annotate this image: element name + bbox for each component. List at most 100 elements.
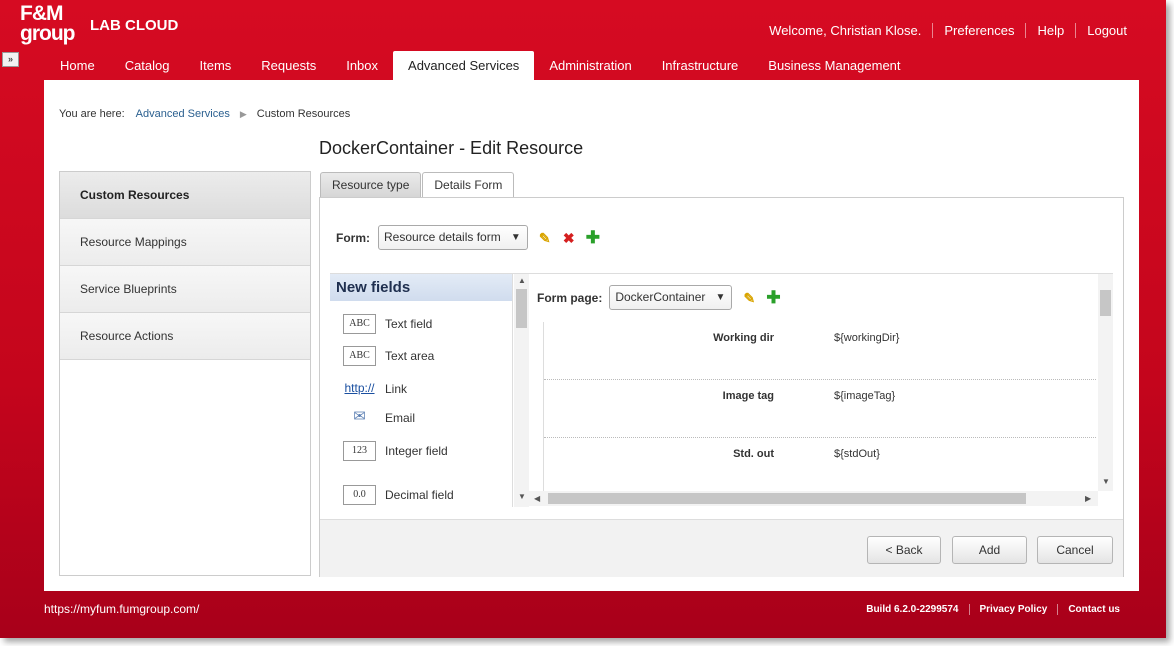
logo-line2: group	[20, 22, 75, 45]
form-field-row[interactable]: Working dir ${workingDir}	[544, 322, 1096, 380]
sidebar-item-custom-resources[interactable]: Custom Resources	[60, 172, 310, 219]
breadcrumb-current: Custom Resources	[256, 108, 351, 120]
scrollbar-thumb[interactable]	[516, 289, 527, 328]
palette-item-email[interactable]: ✉ Email	[343, 408, 415, 428]
form-page-hscrollbar[interactable]: ◀ ▶	[529, 491, 1098, 506]
link-icon: http://	[343, 379, 376, 399]
footer-url: https://myfum.fumgroup.com/	[44, 602, 200, 616]
app-frame: F&M group LAB CLOUD » Welcome, Christian…	[0, 0, 1166, 638]
details-form-panel: Form: Resource details form ▼ ✎ ✖ ✚ New …	[319, 197, 1124, 577]
add-plus-icon[interactable]: ✚	[586, 229, 600, 246]
nav-tab-items[interactable]: Items	[185, 51, 247, 80]
form-page-vscrollbar[interactable]: ▼	[1098, 274, 1113, 491]
palette-item-link[interactable]: http:// Link	[343, 379, 407, 399]
form-page-select-value: DockerContainer	[615, 290, 706, 304]
form-page-selector-row: Form page: DockerContainer ▼ ✎ ✚	[537, 285, 781, 310]
scroll-up-arrow-icon[interactable]: ▲	[518, 276, 526, 285]
form-field-row[interactable]: Image tag ${imageTag}	[544, 380, 1096, 438]
sidebar-item-resource-actions[interactable]: Resource Actions	[60, 313, 310, 360]
scroll-left-arrow-icon[interactable]: ◀	[534, 494, 540, 503]
form-label: Form:	[336, 230, 370, 245]
text-field-icon: ABC	[343, 314, 376, 334]
palette-scrollbar[interactable]: ▲ ▼	[514, 274, 529, 507]
palette-item-label: Text field	[385, 317, 433, 331]
page-title: DockerContainer - Edit Resource	[319, 138, 584, 158]
nav-tab-home[interactable]: Home	[45, 51, 110, 80]
palette-item-label: Link	[385, 382, 408, 396]
scrollbar-thumb[interactable]	[1100, 290, 1111, 316]
content-panel: You are here: Advanced Services ▶ Custom…	[44, 80, 1139, 591]
field-value: ${imageTag}	[834, 390, 896, 402]
nav-tab-catalog[interactable]: Catalog	[110, 51, 185, 80]
scroll-right-arrow-icon[interactable]: ▶	[1085, 494, 1091, 503]
form-fields-grid: Working dir ${workingDir} Image tag ${im…	[543, 322, 1096, 491]
form-page-select[interactable]: DockerContainer ▼	[609, 285, 733, 310]
build-info: Build 6.2.0-2299574	[866, 604, 959, 615]
palette-item-integer-field[interactable]: 123 Integer field	[343, 441, 448, 461]
expand-panel-icon[interactable]: »	[2, 52, 19, 67]
contact-us-link[interactable]: Contact us	[1057, 604, 1130, 615]
nav-tab-administration[interactable]: Administration	[534, 51, 646, 80]
sidebar-item-resource-mappings[interactable]: Resource Mappings	[60, 219, 310, 266]
form-page-label: Form page:	[537, 290, 603, 305]
form-field-row[interactable]: Std. out ${stdOut}	[544, 438, 1096, 491]
chevron-down-icon: ▼	[510, 232, 521, 243]
breadcrumb-arrow-icon: ▶	[239, 108, 247, 119]
edit-pencil-icon[interactable]: ✎	[538, 231, 552, 245]
scroll-down-arrow-icon[interactable]: ▼	[518, 492, 526, 501]
breadcrumb-prefix: You are here:	[59, 108, 125, 120]
palette-item-text-field[interactable]: ABC Text field	[343, 314, 432, 334]
welcome-text: Welcome, Christian Klose.	[769, 23, 922, 38]
integer-field-icon: 123	[343, 441, 376, 461]
edit-pencil-icon[interactable]: ✎	[742, 291, 756, 305]
form-select[interactable]: Resource details form ▼	[378, 225, 528, 250]
palette-item-label: Decimal field	[385, 488, 454, 502]
decimal-field-icon: 0.0	[343, 485, 376, 505]
breadcrumb: You are here: Advanced Services ▶ Custom…	[59, 108, 350, 120]
new-fields-title: New fields	[330, 274, 512, 301]
palette-item-text-area[interactable]: ABC Text area	[343, 346, 434, 366]
scrollbar-thumb[interactable]	[548, 493, 1026, 504]
nav-tab-business-management[interactable]: Business Management	[753, 51, 915, 80]
palette-item-label: Text area	[385, 349, 435, 363]
add-button[interactable]: Add	[952, 536, 1027, 564]
new-fields-palette: New fields ABC Text field ABC Text area …	[330, 274, 513, 507]
nav-tab-advanced-services[interactable]: Advanced Services	[393, 51, 535, 80]
privacy-policy-link[interactable]: Privacy Policy	[968, 604, 1058, 615]
help-link[interactable]: Help	[1025, 23, 1075, 38]
company-logo: F&M group	[20, 3, 75, 45]
sidebar: Custom Resources Resource Mappings Servi…	[59, 171, 311, 576]
back-button[interactable]: < Back	[867, 536, 941, 564]
nav-tab-inbox[interactable]: Inbox	[331, 51, 393, 80]
cancel-button[interactable]: Cancel	[1037, 536, 1113, 564]
nav-tab-infrastructure[interactable]: Infrastructure	[647, 51, 754, 80]
palette-item-label: Integer field	[385, 444, 448, 458]
preferences-link[interactable]: Preferences	[932, 23, 1025, 38]
field-label: Working dir	[713, 332, 774, 344]
form-select-value: Resource details form	[384, 230, 501, 244]
tab-resource-type[interactable]: Resource type	[320, 172, 422, 197]
sidebar-item-service-blueprints[interactable]: Service Blueprints	[60, 266, 310, 313]
delete-icon[interactable]: ✖	[562, 231, 576, 245]
footer-links: Build 6.2.0-2299574 Privacy Policy Conta…	[856, 604, 1130, 615]
user-links: Welcome, Christian Klose. Preferences He…	[758, 23, 1138, 38]
field-label: Std. out	[733, 448, 774, 460]
palette-item-label: Email	[385, 411, 416, 425]
scroll-down-arrow-icon[interactable]: ▼	[1102, 477, 1110, 486]
button-bar: < Back Add Cancel	[320, 519, 1123, 577]
field-label: Image tag	[722, 390, 774, 402]
add-plus-icon[interactable]: ✚	[766, 289, 780, 306]
editor-tabs: Resource type Details Form	[320, 172, 515, 198]
tab-details-form[interactable]: Details Form	[422, 172, 515, 198]
palette-item-decimal-field[interactable]: 0.0 Decimal field	[343, 485, 454, 505]
chevron-down-icon: ▼	[715, 292, 726, 303]
breadcrumb-link-advanced-services[interactable]: Advanced Services	[136, 108, 230, 120]
nav-tab-requests[interactable]: Requests	[246, 51, 331, 80]
form-designer: New fields ABC Text field ABC Text area …	[330, 273, 1113, 507]
field-value: ${stdOut}	[834, 448, 880, 460]
form-page-area: Form page: DockerContainer ▼ ✎ ✚ Working…	[529, 274, 1097, 491]
email-icon: ✉	[343, 408, 376, 428]
logout-link[interactable]: Logout	[1075, 23, 1138, 38]
form-selector-row: Form: Resource details form ▼ ✎ ✖ ✚	[336, 225, 600, 250]
app-title: LAB CLOUD	[90, 17, 179, 34]
